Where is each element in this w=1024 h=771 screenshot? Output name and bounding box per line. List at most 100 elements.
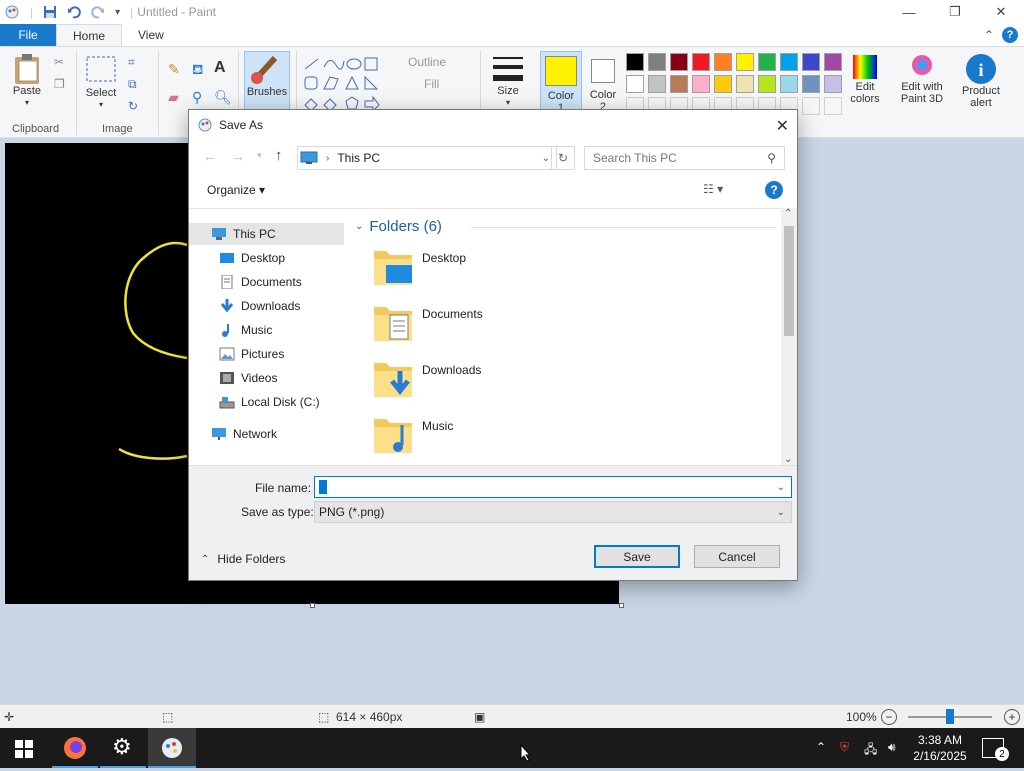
edit-colors-button[interactable]: Edit colors bbox=[846, 53, 884, 105]
color-swatch[interactable] bbox=[758, 75, 776, 93]
nav-item-music[interactable]: Music bbox=[189, 319, 344, 341]
windows-start-icon[interactable] bbox=[15, 740, 33, 758]
color-swatch[interactable] bbox=[670, 53, 688, 71]
forward-arrow-icon[interactable]: → bbox=[231, 148, 245, 164]
nav-item-disk[interactable]: Local Disk (C:) bbox=[189, 391, 344, 413]
zoom-out-button[interactable]: − bbox=[881, 708, 897, 725]
save-type-select[interactable]: PNG (*.png) ⌄ bbox=[314, 501, 792, 523]
color2-button[interactable]: Color 2 bbox=[586, 51, 620, 113]
nav-item-documents[interactable]: Documents bbox=[189, 271, 344, 293]
cut-icon[interactable]: ✂ bbox=[54, 55, 64, 69]
color-swatch[interactable] bbox=[758, 53, 776, 71]
file-name-input[interactable]: ⌄ bbox=[314, 476, 792, 498]
color-swatch[interactable] bbox=[626, 75, 644, 93]
color-swatch[interactable] bbox=[824, 53, 842, 71]
save-type-dropdown-icon[interactable]: ⌄ bbox=[777, 507, 785, 518]
color-swatch[interactable] bbox=[736, 75, 754, 93]
brushes-button[interactable]: Brushes bbox=[244, 51, 290, 117]
shapes-gallery[interactable] bbox=[302, 55, 388, 113]
folder-item-downloads[interactable]: Downloads bbox=[372, 357, 592, 407]
tab-view[interactable]: View bbox=[122, 24, 180, 46]
empty-color-swatch[interactable] bbox=[802, 97, 820, 115]
save-icon[interactable] bbox=[43, 5, 57, 19]
resize-icon[interactable]: ⧉ bbox=[128, 77, 137, 92]
security-alert-icon[interactable]: ⛨ bbox=[840, 740, 849, 755]
action-center-icon[interactable]: 2 bbox=[982, 738, 1009, 761]
paint-taskbar-button[interactable] bbox=[148, 728, 196, 768]
file-name-dropdown-icon[interactable]: ⌄ bbox=[777, 482, 785, 493]
collapse-ribbon-icon[interactable]: ⌃ bbox=[984, 28, 994, 42]
color-swatch[interactable] bbox=[648, 53, 666, 71]
resize-handle-corner[interactable] bbox=[619, 603, 624, 608]
size-button[interactable]: Size ▾ bbox=[488, 55, 528, 109]
help-icon[interactable]: ? bbox=[1002, 27, 1018, 43]
zoom-slider-thumb[interactable] bbox=[946, 709, 954, 724]
copy-icon[interactable]: ❐ bbox=[54, 77, 65, 91]
folder-item-desktop[interactable]: Desktop bbox=[372, 245, 592, 295]
color-swatch[interactable] bbox=[736, 53, 754, 71]
show-hidden-icons-icon[interactable]: ⌃ bbox=[816, 740, 826, 754]
crop-icon[interactable]: ⌗ bbox=[128, 55, 135, 70]
color-swatch[interactable] bbox=[692, 75, 710, 93]
tab-file[interactable]: File bbox=[0, 24, 56, 46]
color-swatch[interactable] bbox=[824, 75, 842, 93]
color-swatch[interactable] bbox=[780, 53, 798, 71]
color-picker-icon[interactable]: ⚲ bbox=[192, 89, 202, 106]
nav-item-network[interactable]: Network bbox=[189, 423, 344, 445]
clock[interactable]: 3:38 AM 2/16/2025 bbox=[912, 732, 968, 764]
organize-button[interactable]: Organize ▾ bbox=[207, 183, 265, 197]
firefox-taskbar-button[interactable] bbox=[52, 728, 98, 768]
nav-item-videos[interactable]: Videos bbox=[189, 367, 344, 389]
cancel-button[interactable]: Cancel bbox=[694, 545, 780, 568]
pencil-icon[interactable]: ✎ bbox=[168, 61, 180, 78]
nav-item-pc[interactable]: This PC bbox=[189, 223, 344, 245]
search-input[interactable]: Search This PC ⚲ bbox=[584, 146, 785, 170]
nav-item-pictures[interactable]: Pictures bbox=[189, 343, 344, 365]
color-swatch[interactable] bbox=[802, 53, 820, 71]
resize-handle-bottom[interactable] bbox=[310, 603, 315, 608]
vertical-scrollbar[interactable]: ⌃ ⌄ bbox=[781, 208, 797, 465]
volume-icon[interactable]: 🔊︎ bbox=[888, 740, 896, 755]
network-icon[interactable]: 🖧︎ bbox=[864, 740, 877, 761]
settings-taskbar-button[interactable]: ⚙ bbox=[100, 728, 146, 768]
hide-folders-button[interactable]: ⌃ Hide Folders bbox=[201, 552, 285, 566]
back-arrow-icon[interactable]: ← bbox=[203, 148, 217, 164]
address-dropdown-icon[interactable]: ⌄ bbox=[542, 153, 550, 164]
scroll-up-icon[interactable]: ⌃ bbox=[784, 208, 792, 219]
folder-item-music[interactable]: Music bbox=[372, 413, 592, 463]
close-button[interactable]: ✕ bbox=[978, 0, 1024, 24]
customize-quick-access-icon[interactable]: ▾ bbox=[115, 7, 120, 18]
outline-label[interactable]: Outline bbox=[408, 55, 446, 69]
color-swatch[interactable] bbox=[802, 75, 820, 93]
paste-button[interactable]: Paste ▾ bbox=[10, 53, 44, 109]
scroll-down-icon[interactable]: ⌄ bbox=[784, 454, 792, 465]
nav-item-desktop[interactable]: Desktop bbox=[189, 247, 344, 269]
tab-home[interactable]: Home bbox=[56, 24, 123, 46]
eraser-icon[interactable]: ▰ bbox=[168, 89, 179, 106]
color-swatch[interactable] bbox=[626, 53, 644, 71]
text-tool-icon[interactable]: A bbox=[214, 59, 226, 77]
nav-item-downloads[interactable]: Downloads bbox=[189, 295, 344, 317]
folder-item-documents[interactable]: Documents bbox=[372, 301, 592, 351]
dialog-close-button[interactable]: ✕ bbox=[776, 116, 789, 136]
fill-bucket-icon[interactable]: ⛾ bbox=[192, 61, 203, 80]
zoom-in-button[interactable]: + bbox=[1004, 708, 1020, 725]
rotate-icon[interactable]: ↻ bbox=[128, 99, 138, 113]
product-alert-button[interactable]: i Product alert bbox=[958, 53, 1004, 109]
maximize-button[interactable]: ❐ bbox=[932, 0, 978, 24]
undo-icon[interactable] bbox=[67, 5, 81, 19]
color-swatch[interactable] bbox=[648, 75, 666, 93]
view-options-icon[interactable]: ☷ ▾ bbox=[703, 182, 723, 196]
color-swatch[interactable] bbox=[714, 53, 732, 71]
select-button[interactable]: Select ▾ bbox=[84, 55, 118, 111]
color1-button[interactable]: Color 1 bbox=[540, 51, 582, 117]
color-swatch[interactable] bbox=[780, 75, 798, 93]
magnifier-icon[interactable]: 🔍︎ bbox=[214, 89, 232, 106]
empty-color-swatch[interactable] bbox=[824, 97, 842, 115]
save-button[interactable]: Save bbox=[594, 545, 680, 568]
paint3d-button[interactable]: Edit with Paint 3D bbox=[894, 53, 950, 105]
fill-label[interactable]: Fill bbox=[424, 77, 439, 91]
scrollbar-thumb[interactable] bbox=[784, 226, 794, 336]
address-bar[interactable]: › This PC ⌄ bbox=[297, 146, 557, 170]
color-swatch[interactable] bbox=[692, 53, 710, 71]
